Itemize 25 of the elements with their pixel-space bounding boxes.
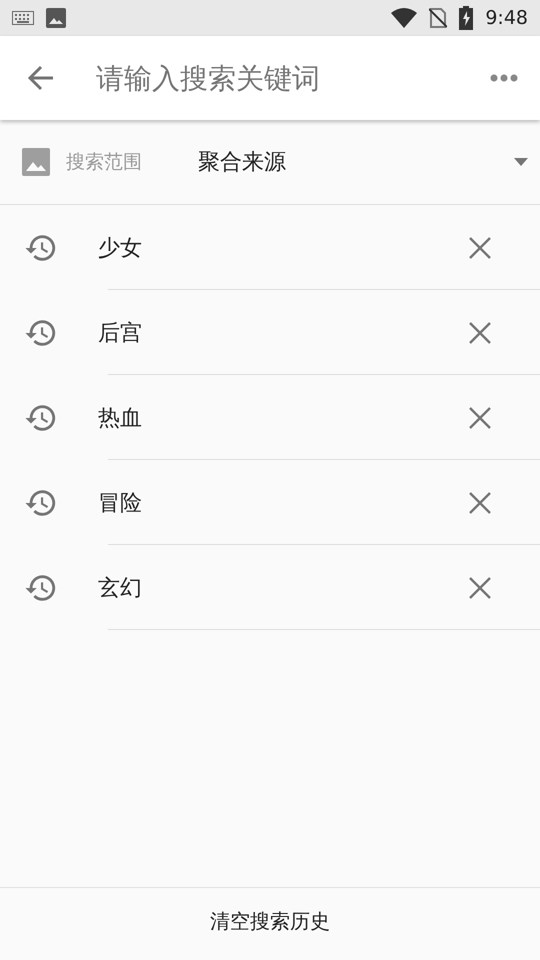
history-item[interactable]: 玄幻 xyxy=(98,572,469,602)
no-sim-icon xyxy=(429,7,448,29)
clock-time: 9:48 xyxy=(485,7,528,29)
clear-history-button[interactable]: 清空搜索历史 xyxy=(202,900,338,942)
caret-icon[interactable] xyxy=(514,158,528,166)
scope-dropdown[interactable]: 聚合来源 xyxy=(198,147,514,177)
image-icon xyxy=(22,148,50,176)
close-icon[interactable] xyxy=(469,406,491,428)
history-item[interactable]: 少女 xyxy=(98,232,469,262)
scope-label: 搜索范围 xyxy=(66,150,143,175)
back-arrow-icon[interactable] xyxy=(28,65,54,91)
search-bar[interactable]: 请输入搜索关键词 xyxy=(0,36,540,120)
close-icon[interactable] xyxy=(469,322,491,344)
wifi-icon xyxy=(391,8,418,28)
history-item[interactable]: 后宫 xyxy=(98,318,469,348)
image-icon xyxy=(46,8,66,28)
battery-charging-icon xyxy=(459,6,474,30)
close-icon[interactable] xyxy=(469,236,491,258)
close-icon[interactable] xyxy=(469,576,491,598)
more-icon[interactable] xyxy=(490,74,518,82)
keyboard-icon xyxy=(12,11,34,25)
search-field[interactable]: 请输入搜索关键词 xyxy=(94,60,480,96)
close-icon[interactable] xyxy=(469,492,491,514)
history-item[interactable]: 热血 xyxy=(98,402,469,432)
history-item[interactable]: 冒险 xyxy=(98,488,469,518)
